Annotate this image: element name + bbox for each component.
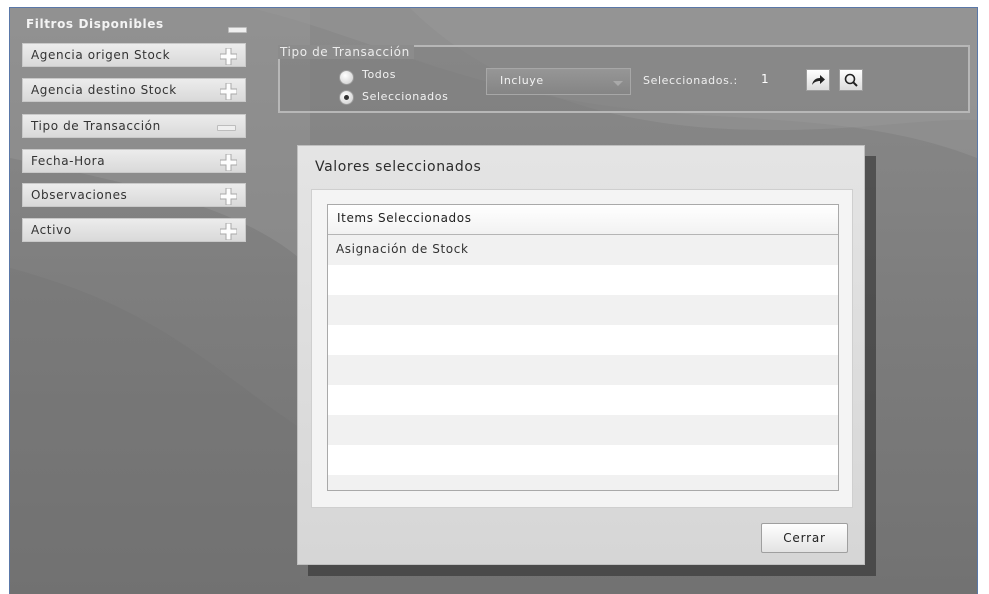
minus-icon[interactable] — [217, 125, 236, 131]
radio-todos[interactable] — [339, 70, 354, 85]
selected-count-value: 1 — [761, 72, 770, 86]
sidebar-item-label: Agencia destino Stock — [31, 83, 177, 97]
selected-values-dialog: Valores seleccionados Items Seleccionado… — [297, 145, 865, 565]
table-row-empty — [328, 415, 838, 445]
close-button[interactable]: Cerrar — [761, 523, 848, 553]
sidebar-item-agencia-destino[interactable]: Agencia destino Stock — [22, 78, 246, 102]
grid-header: Items Seleccionados — [328, 205, 838, 235]
sidebar-item-label: Observaciones — [31, 188, 128, 202]
sidebar-item-fecha-hora[interactable]: Fecha-Hora — [22, 149, 246, 173]
filter-panel-legend: Tipo de Transacción — [278, 45, 414, 59]
table-row-empty — [328, 475, 838, 490]
dialog-title: Valores seleccionados — [315, 159, 482, 175]
app-window: Filtros Disponibles Agencia origen Stock… — [9, 7, 978, 594]
plus-icon[interactable] — [220, 188, 237, 205]
sidebar-item-label: Fecha-Hora — [31, 154, 106, 168]
sidebar-item-tipo-transaccion[interactable]: Tipo de Transacción — [22, 114, 246, 138]
table-row-empty — [328, 445, 838, 475]
plus-icon[interactable] — [220, 154, 237, 171]
table-row-empty — [328, 295, 838, 325]
radio-seleccionados-label: Seleccionados — [362, 90, 449, 103]
sidebar-item-label: Agencia origen Stock — [31, 48, 171, 62]
sidebar-item-observaciones[interactable]: Observaciones — [22, 183, 246, 207]
sidebar-item-activo[interactable]: Activo — [22, 218, 246, 242]
sidebar-item-label: Activo — [31, 223, 72, 237]
include-select[interactable]: Incluye — [486, 68, 631, 95]
sidebar-item-agencia-origen[interactable]: Agencia origen Stock — [22, 43, 246, 67]
dialog-content: Items Seleccionados Asignación de Stock — [311, 189, 853, 508]
radio-todos-label: Todos — [362, 68, 397, 81]
table-row-empty — [328, 325, 838, 355]
plus-icon[interactable] — [220, 48, 237, 65]
table-row[interactable]: Asignación de Stock — [328, 235, 838, 265]
export-button[interactable] — [806, 69, 830, 91]
selected-count-label: Seleccionados.: — [643, 74, 738, 87]
arrow-forward-icon — [812, 75, 825, 85]
minus-icon[interactable] — [228, 27, 247, 33]
grid-body: Asignación de Stock — [328, 235, 838, 490]
selected-items-grid: Items Seleccionados Asignación de Stock — [327, 204, 839, 491]
column-header-items: Items Seleccionados — [337, 211, 472, 225]
plus-icon[interactable] — [220, 223, 237, 240]
include-select-value: Incluye — [500, 74, 544, 87]
radio-seleccionados[interactable] — [339, 90, 354, 105]
plus-icon[interactable] — [220, 83, 237, 100]
table-row-empty — [328, 355, 838, 385]
table-cell: Asignación de Stock — [336, 242, 469, 256]
search-icon — [844, 73, 858, 87]
sidebar-item-label: Tipo de Transacción — [31, 119, 161, 133]
table-row-empty — [328, 265, 838, 295]
sidebar-title: Filtros Disponibles — [26, 17, 164, 31]
table-row-empty — [328, 385, 838, 415]
chevron-down-icon — [613, 81, 623, 86]
search-button[interactable] — [839, 69, 863, 91]
